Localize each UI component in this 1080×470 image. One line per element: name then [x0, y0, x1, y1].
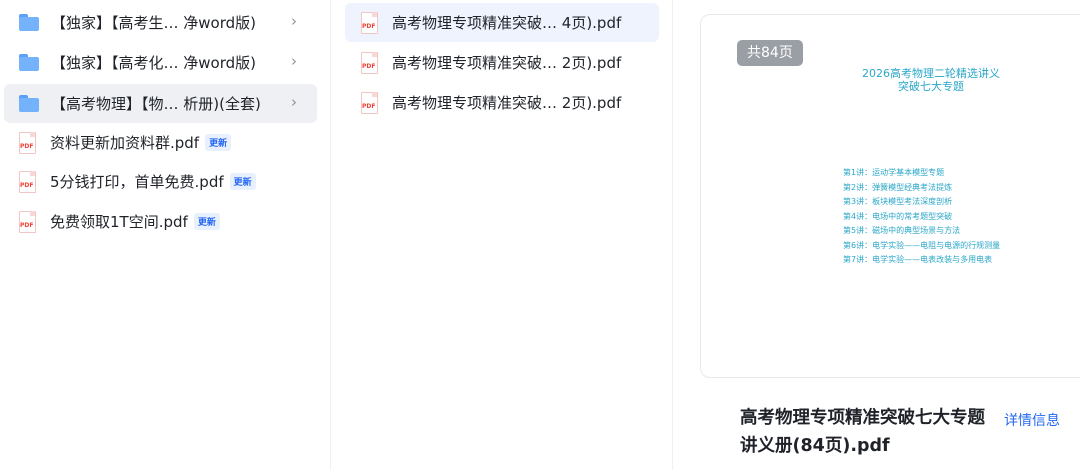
- folder-label: 【独家】【高考化… 净word版): [51, 54, 256, 72]
- file-item[interactable]: PDF 高考物理专项精准突破… 2页).pdf: [345, 83, 659, 122]
- file-label: 资料更新加资料群.pdf: [50, 134, 200, 152]
- pdf-icon: PDF: [361, 92, 378, 114]
- folder-label: 【独家】【高考生… 净word版): [51, 14, 256, 32]
- toc-item: 第6讲：电学实验——电阻与电源的行规测量: [843, 240, 1001, 250]
- file-item[interactable]: PDF 资料更新加资料群.pdf 更新: [4, 123, 317, 162]
- left-file-pane: 【独家】【高考生… 净word版) › 【独家】【高考化… 净word版) › …: [0, 0, 331, 470]
- file-label: 5分钱打印，首单免费.pdf: [50, 173, 224, 191]
- preview-doc-title: 2026高考物理二轮精选讲义 突破七大专题: [831, 67, 1031, 93]
- update-badge: 更新: [193, 213, 220, 230]
- folder-item[interactable]: 【独家】【高考生… 净word版) ›: [4, 3, 317, 42]
- file-label: 免费领取1T空间.pdf: [50, 213, 188, 231]
- file-item-selected[interactable]: PDF 高考物理专项精准突破… 4页).pdf: [345, 3, 659, 42]
- update-badge: 更新: [205, 134, 232, 151]
- preview-pane: 共84页 2026高考物理二轮精选讲义 突破七大专题 第1讲：运动学基本模型专题…: [673, 0, 1080, 470]
- folder-icon: [19, 95, 39, 112]
- toc-item: 第5讲：磁场中的典型场景与方法: [843, 226, 961, 235]
- toc-item: 第7讲：电学实验——电表改装与多用电表: [843, 255, 993, 264]
- toc-item: 第4讲：电场中的常考题型突破: [843, 211, 953, 221]
- pdf-icon: PDF: [19, 171, 36, 193]
- middle-file-pane: PDF 高考物理专项精准突破… 4页).pdf PDF 高考物理专项精准突破… …: [331, 0, 673, 470]
- toc-item: 第2讲：弹簧模型经典考法提炼: [843, 182, 953, 192]
- file-label: 高考物理专项精准突破… 4页).pdf: [392, 14, 622, 32]
- document-preview[interactable]: 共84页 2026高考物理二轮精选讲义 突破七大专题 第1讲：运动学基本模型专题…: [700, 14, 1080, 378]
- file-label: 高考物理专项精准突破… 2页).pdf: [392, 54, 622, 72]
- folder-item-selected[interactable]: 【高考物理】【物… 析册)(全套) ›: [4, 84, 317, 123]
- file-item[interactable]: PDF 5分钱打印，首单免费.pdf 更新: [4, 162, 317, 201]
- folder-icon: [19, 54, 39, 71]
- preview-doc-title-line1: 2026高考物理二轮精选讲义: [862, 67, 1000, 80]
- file-title: 高考物理专项精准突破七大专题 讲义册(84页).pdf: [740, 408, 985, 456]
- chevron-right-icon: ›: [291, 93, 297, 111]
- pdf-icon: PDF: [19, 211, 36, 233]
- pdf-icon: PDF: [361, 12, 378, 34]
- chevron-right-icon: ›: [291, 52, 297, 70]
- folder-label: 【高考物理】【物… 析册)(全套): [51, 95, 261, 113]
- toc-item: 第3讲：板块模型考法深度剖析: [843, 197, 953, 206]
- file-item[interactable]: PDF 免费领取1T空间.pdf 更新: [4, 202, 317, 241]
- file-item[interactable]: PDF 高考物理专项精准突破… 2页).pdf: [345, 43, 659, 82]
- toc-item: 第1讲：运动学基本模型专题: [843, 168, 945, 177]
- preview-toc: 第1讲：运动学基本模型专题 第2讲：弹簧模型经典考法提炼 第3讲：板块模型考法深…: [843, 166, 1000, 268]
- details-link[interactable]: 详情信息: [1004, 410, 1060, 430]
- folder-icon: [19, 14, 39, 31]
- page-count-badge: 共84页: [737, 40, 803, 66]
- preview-doc-title-line2: 突破七大专题: [898, 80, 964, 93]
- pdf-icon: PDF: [361, 52, 378, 74]
- folder-item[interactable]: 【独家】【高考化… 净word版) ›: [4, 43, 317, 82]
- chevron-right-icon: ›: [291, 12, 297, 30]
- update-badge: 更新: [229, 173, 256, 190]
- file-label: 高考物理专项精准突破… 2页).pdf: [392, 94, 622, 112]
- pdf-icon: PDF: [19, 132, 36, 154]
